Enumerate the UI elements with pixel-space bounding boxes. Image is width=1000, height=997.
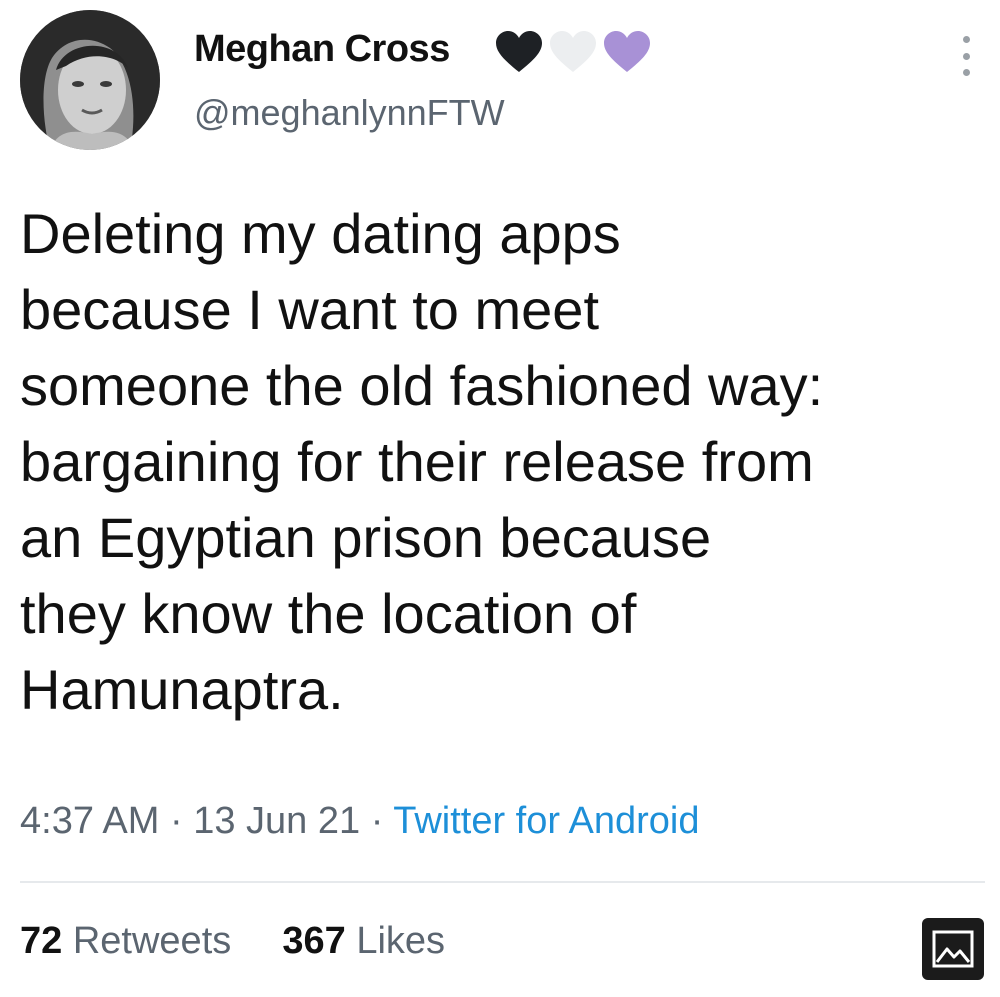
likes-count: 367 <box>282 920 346 962</box>
white-heart-icon <box>550 31 596 72</box>
tweet-meta: 4:37 AM · 13 Jun 21 · Twitter for Androi… <box>20 800 699 843</box>
tweet-line: Deleting my dating apps <box>20 202 621 265</box>
tweet-time[interactable]: 4:37 AM <box>20 800 159 842</box>
more-dot <box>962 36 970 43</box>
tweet-line: bargaining for their release from <box>20 430 814 493</box>
more-vertical-icon[interactable] <box>955 36 977 76</box>
tweet-line: because I want to meet <box>20 278 600 341</box>
meta-separator: · <box>370 800 384 842</box>
image-icon[interactable] <box>922 918 984 980</box>
tweet-line: they know the location of <box>20 582 637 645</box>
black-heart-icon <box>496 31 542 72</box>
tweet-line: someone the old fashioned way: <box>20 354 824 417</box>
tweet-date[interactable]: 13 Jun 21 <box>193 800 360 842</box>
meta-separator: · <box>169 800 183 842</box>
tweet-stats: 72 Retweets 367 Likes <box>20 920 445 963</box>
tweet-source-link[interactable]: Twitter for Android <box>393 800 699 842</box>
tweet-text: Deleting my dating apps because I want t… <box>20 196 985 728</box>
likes-stat[interactable]: 367 Likes <box>282 920 445 962</box>
retweets-label: Retweets <box>72 920 232 962</box>
tweet-line: Hamunaptra. <box>20 658 344 721</box>
more-dot <box>962 52 970 60</box>
likes-label: Likes <box>356 920 446 962</box>
avatar-photo <box>20 10 160 150</box>
display-name[interactable]: Meghan Cross <box>194 28 450 71</box>
divider <box>20 881 985 883</box>
tweet-line: an Egyptian prison because <box>20 506 712 569</box>
more-dot <box>962 69 970 76</box>
user-handle[interactable]: @meghanlynnFTW <box>194 92 505 134</box>
purple-heart-icon <box>604 31 650 72</box>
avatar[interactable] <box>20 10 160 150</box>
retweets-stat[interactable]: 72 Retweets <box>20 920 231 962</box>
name-emoji <box>494 30 652 78</box>
retweets-count: 72 <box>20 920 63 962</box>
